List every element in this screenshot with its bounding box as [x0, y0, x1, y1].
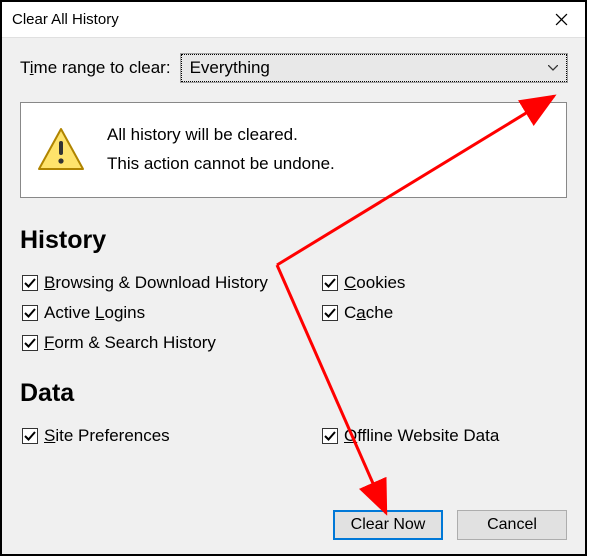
checkbox-label[interactable]: Form & Search History — [44, 333, 216, 353]
checkbox[interactable] — [322, 275, 338, 291]
checkbox-label[interactable]: Browsing & Download History — [44, 273, 268, 293]
section-title-history: History — [20, 226, 567, 255]
data-checkbox-group: Site Preferences Offline Website Data — [20, 426, 567, 446]
checkbox[interactable] — [22, 428, 38, 444]
checkbox[interactable] — [22, 305, 38, 321]
chevron-down-icon — [542, 56, 564, 80]
time-range-select[interactable]: Everything — [181, 54, 567, 82]
time-range-row: Time range to clear: Everything — [20, 54, 567, 82]
time-range-value: Everything — [190, 58, 270, 78]
checkbox-label[interactable]: Cookies — [344, 273, 405, 293]
dialog-content: Time range to clear: Everything All hist… — [2, 38, 585, 554]
dialog-title: Clear All History — [12, 11, 119, 28]
clear-history-dialog: Clear All History Time range to clear: E… — [0, 0, 587, 556]
clear-now-button[interactable]: Clear Now — [333, 510, 443, 540]
checkbox[interactable] — [322, 428, 338, 444]
cancel-button[interactable]: Cancel — [457, 510, 567, 540]
checkbox[interactable] — [322, 305, 338, 321]
close-button[interactable] — [537, 2, 585, 38]
history-item: Form & Search History — [22, 333, 322, 353]
warning-icon — [37, 127, 85, 173]
checkbox[interactable] — [22, 335, 38, 351]
checkbox-label[interactable]: Offline Website Data — [344, 426, 499, 446]
checkbox-label[interactable]: Active Logins — [44, 303, 145, 323]
checkbox[interactable] — [22, 275, 38, 291]
titlebar: Clear All History — [2, 2, 585, 38]
history-item: Browsing & Download History — [22, 273, 322, 293]
button-row: Clear Now Cancel — [20, 502, 567, 540]
checkbox-label[interactable]: Site Preferences — [44, 426, 170, 446]
section-title-data: Data — [20, 379, 567, 408]
warning-line2: This action cannot be undone. — [107, 150, 335, 179]
data-item: Site Preferences — [22, 426, 322, 446]
history-checkbox-group: Browsing & Download History Cookies Active… — [20, 273, 567, 353]
data-item: Offline Website Data — [322, 426, 567, 446]
history-item: Cache — [322, 303, 567, 323]
warning-line1: All history will be cleared. — [107, 121, 335, 150]
warning-text: All history will be cleared. This action… — [107, 121, 335, 179]
warning-box: All history will be cleared. This action… — [20, 102, 567, 198]
time-range-label: Time range to clear: — [20, 58, 171, 78]
checkbox-label[interactable]: Cache — [344, 303, 393, 323]
history-item: Cookies — [322, 273, 567, 293]
history-item: Active Logins — [22, 303, 322, 323]
close-icon — [555, 13, 568, 26]
